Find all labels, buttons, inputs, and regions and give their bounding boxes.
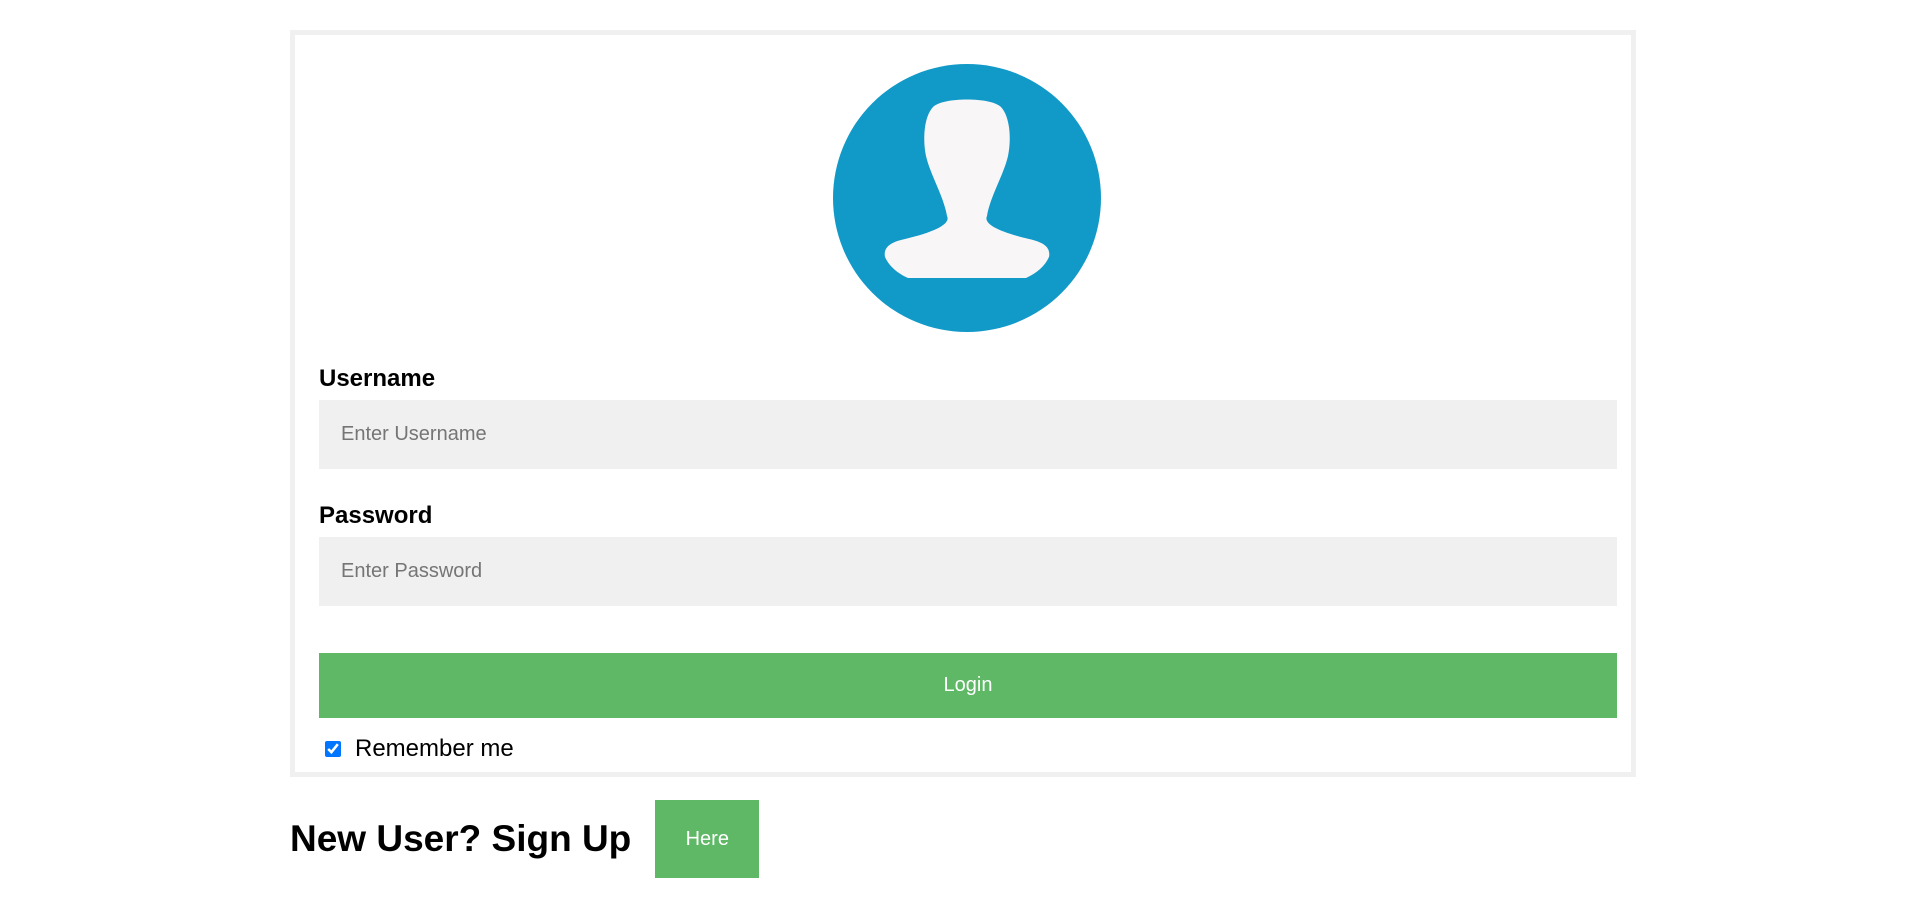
signup-here-button[interactable]: Here (655, 800, 760, 878)
remember-me-label[interactable]: Remember me (355, 735, 514, 763)
password-label: Password (319, 502, 433, 529)
login-form-container: Username Password Login Remember me (290, 30, 1636, 777)
signup-heading: New User? Sign Up (290, 818, 632, 859)
login-button[interactable]: Login (319, 653, 1617, 718)
remember-me-row: Remember me (325, 735, 514, 763)
username-label: Username (319, 365, 436, 392)
signup-row: New User? Sign Up Here (290, 800, 760, 878)
avatar (833, 64, 1101, 332)
password-input[interactable] (319, 537, 1617, 606)
remember-me-checkbox[interactable] (325, 741, 341, 757)
username-input[interactable] (319, 400, 1617, 469)
user-silhouette-icon (884, 99, 1050, 278)
